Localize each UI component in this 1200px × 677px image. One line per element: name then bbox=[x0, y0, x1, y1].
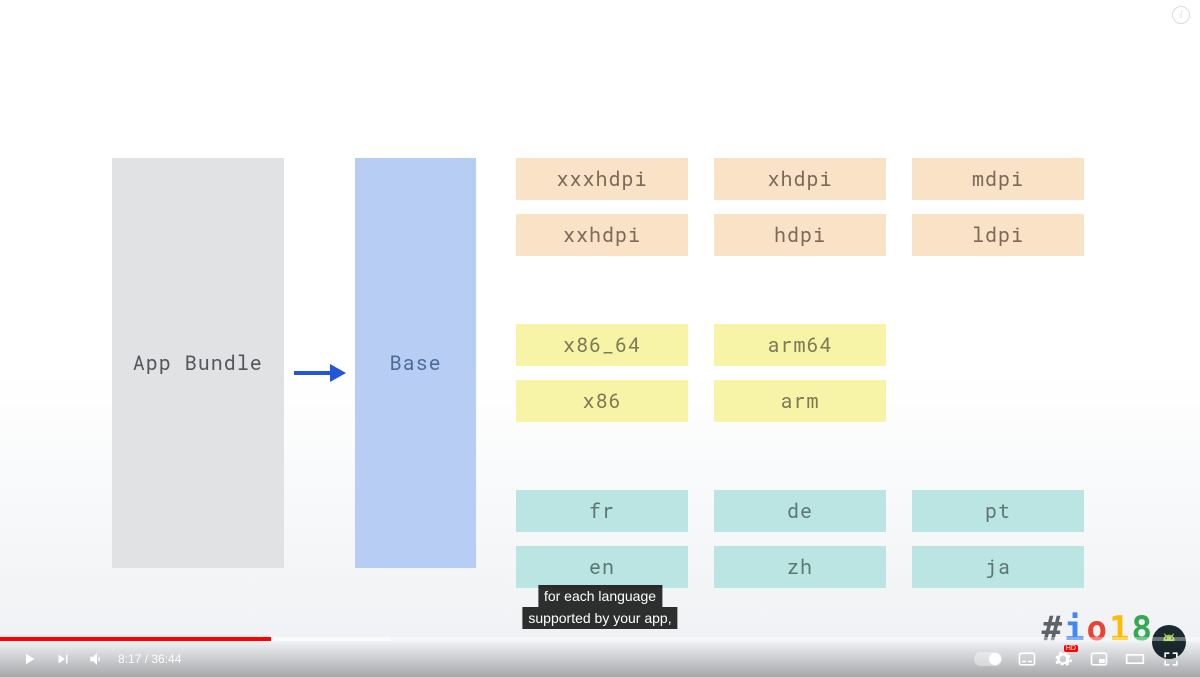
current-time: 8:17 bbox=[118, 652, 141, 666]
abi-cell: arm64 bbox=[714, 324, 886, 366]
abi-cell: arm bbox=[714, 380, 886, 422]
caption-line-1: for each language bbox=[538, 585, 662, 607]
time-display: 8:17 / 36:44 bbox=[118, 652, 181, 666]
duration: 36:44 bbox=[151, 652, 181, 666]
lang-row-1: fr de pt bbox=[516, 490, 1084, 532]
abi-row-2: x86 arm bbox=[516, 380, 1084, 422]
closed-caption: for each language supported by your app, bbox=[522, 585, 677, 629]
dpi-cell: xhdpi bbox=[714, 158, 886, 200]
autoplay-switch-icon bbox=[974, 652, 1002, 666]
abi-cell: x86 bbox=[516, 380, 688, 422]
slide-content: App Bundle Base xxxhdpi xhdpi mdpi bbox=[0, 158, 1200, 588]
dpi-row-2: xxhdpi hdpi ldpi bbox=[516, 214, 1084, 256]
fullscreen-button[interactable] bbox=[1154, 641, 1188, 677]
right-controls bbox=[974, 641, 1188, 677]
play-button[interactable] bbox=[12, 641, 46, 677]
app-bundle-label: App Bundle bbox=[133, 350, 263, 376]
fullscreen-icon bbox=[1161, 649, 1181, 669]
dpi-cell: xxhdpi bbox=[516, 214, 688, 256]
video-frame: i App Bundle Base xxxhdpi xhdpi bbox=[0, 0, 1200, 677]
dpi-cell: ldpi bbox=[912, 214, 1084, 256]
abi-row-1: x86_64 arm64 bbox=[516, 324, 1084, 366]
lang-row-2: en zh ja bbox=[516, 546, 1084, 588]
lang-cell: fr bbox=[516, 490, 688, 532]
captions-icon bbox=[1017, 649, 1037, 669]
player-controls: 8:17 / 36:44 bbox=[0, 641, 1200, 677]
dpi-group: xxxhdpi xhdpi mdpi xxhdpi hdpi ldpi bbox=[516, 158, 1084, 256]
lang-cell: de bbox=[714, 490, 886, 532]
base-label: Base bbox=[390, 350, 442, 376]
theater-button[interactable] bbox=[1118, 641, 1152, 677]
dpi-cell: hdpi bbox=[714, 214, 886, 256]
next-icon bbox=[54, 650, 72, 668]
autoplay-toggle[interactable] bbox=[974, 641, 1008, 677]
splits-container: xxxhdpi xhdpi mdpi xxhdpi hdpi ldpi x86_… bbox=[516, 158, 1084, 588]
dpi-cell: mdpi bbox=[912, 158, 1084, 200]
base-block: Base bbox=[355, 158, 476, 568]
gear-icon bbox=[1053, 649, 1073, 669]
lang-cell: zh bbox=[714, 546, 886, 588]
info-icon[interactable]: i bbox=[1172, 6, 1190, 24]
app-bundle-block: App Bundle bbox=[112, 158, 284, 568]
volume-icon bbox=[88, 650, 106, 668]
abi-cell: x86_64 bbox=[516, 324, 688, 366]
arrow bbox=[284, 158, 356, 588]
dpi-cell: xxxhdpi bbox=[516, 158, 688, 200]
lang-cell: en bbox=[516, 546, 688, 588]
miniplayer-icon bbox=[1089, 649, 1109, 669]
play-icon bbox=[20, 650, 38, 668]
next-button[interactable] bbox=[46, 641, 80, 677]
captions-button[interactable] bbox=[1010, 641, 1044, 677]
settings-button[interactable] bbox=[1046, 641, 1080, 677]
caption-line-2: supported by your app, bbox=[522, 607, 677, 629]
dpi-row-1: xxxhdpi xhdpi mdpi bbox=[516, 158, 1084, 200]
abi-group: x86_64 arm64 x86 arm bbox=[516, 324, 1084, 422]
lang-cell: pt bbox=[912, 490, 1084, 532]
lang-group: fr de pt en zh ja bbox=[516, 490, 1084, 588]
volume-button[interactable] bbox=[80, 641, 114, 677]
lang-cell: ja bbox=[912, 546, 1084, 588]
slide-inner: App Bundle Base xxxhdpi xhdpi mdpi bbox=[0, 158, 1200, 588]
miniplayer-button[interactable] bbox=[1082, 641, 1116, 677]
theater-icon bbox=[1124, 649, 1146, 669]
arrow-icon bbox=[292, 361, 346, 385]
